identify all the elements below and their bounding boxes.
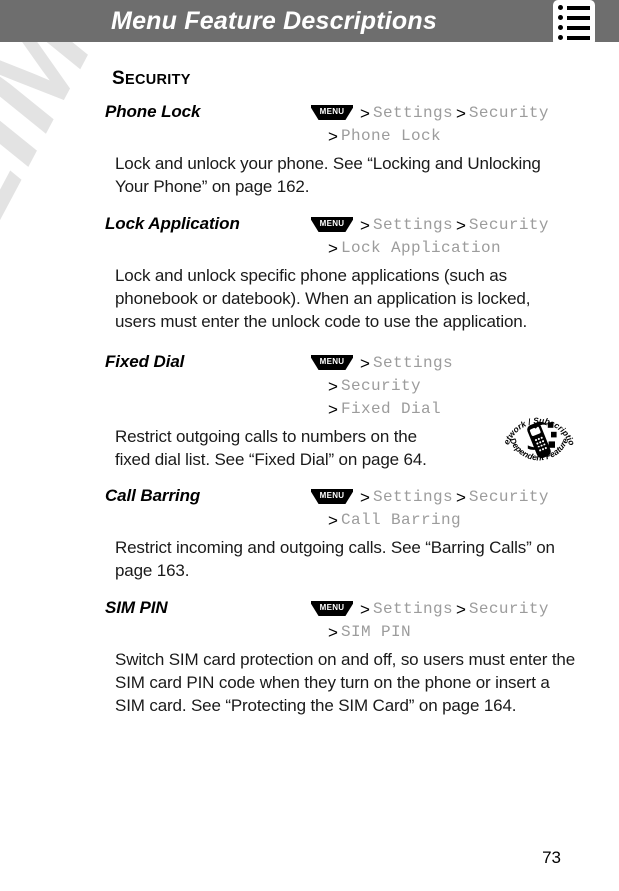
path-separator: > — [328, 127, 338, 146]
path-separator: > — [360, 216, 370, 235]
feature-description: Lock and unlock your phone. See “Locking… — [115, 154, 541, 196]
feature-term: Call Barring — [105, 486, 201, 505]
menu-path-line: > Security — [311, 375, 561, 398]
path-segment: Security — [468, 488, 549, 506]
path-separator: > — [360, 354, 370, 373]
list-icon-row — [558, 5, 590, 10]
page-header-bar: Menu Feature Descriptions — [0, 0, 619, 42]
list-icon-line — [567, 26, 590, 30]
network-subscription-dependent-feature-icon: Network / Subscription Dependent Feature — [496, 391, 579, 479]
path-separator: > — [360, 104, 370, 123]
path-segment: Phone Lock — [340, 127, 441, 145]
menu-path-line: MENU > Settings — [311, 352, 561, 375]
menu-path-line: > SIM PIN — [311, 621, 561, 644]
list-icon-row — [558, 25, 590, 30]
path-separator: > — [455, 216, 466, 235]
page-number: 73 — [542, 848, 561, 867]
path-segment: Security — [468, 600, 549, 618]
network-badge-svg: Network / Subscription Dependent Feature — [496, 391, 577, 462]
menu-badge-label: MENU — [319, 219, 345, 228]
path-segment: Settings — [372, 600, 453, 618]
section-heading-initial: S — [112, 68, 125, 89]
feature-term: SIM PIN — [105, 598, 168, 617]
menu-badge-label: MENU — [319, 603, 345, 612]
menu-path: MENU > Settings > Security > SIM PIN — [311, 598, 561, 644]
path-separator: > — [360, 488, 370, 507]
path-segment: Fixed Dial — [340, 400, 441, 418]
list-icon-row — [558, 15, 590, 20]
path-segment: Lock Application — [340, 239, 501, 257]
path-segment: Security — [468, 216, 549, 234]
path-segment: Settings — [372, 216, 453, 234]
menu-badge-label: MENU — [319, 107, 345, 116]
path-separator: > — [360, 600, 370, 619]
path-separator: > — [328, 377, 338, 396]
menu-path: MENU > Settings > Security > Phone Lock — [311, 102, 561, 148]
list-icon-bullet — [558, 25, 563, 30]
menu-path-line: MENU > Settings > Security — [311, 214, 561, 237]
menu-key-badge[interactable]: MENU — [311, 601, 353, 616]
path-segment: Settings — [372, 488, 453, 506]
menu-path-line: MENU > Settings > Security — [311, 598, 561, 621]
section-heading-security: SECURITY — [112, 68, 191, 90]
menu-path-line: MENU > Settings > Security — [311, 102, 561, 125]
menu-key-badge[interactable]: MENU — [311, 489, 353, 504]
feature-description: Restrict incoming and outgoing calls. Se… — [115, 538, 555, 580]
menu-path-line: > Call Barring — [311, 509, 561, 532]
path-segment: Security — [340, 377, 421, 395]
path-segment: Settings — [372, 104, 453, 122]
menu-key-badge[interactable]: MENU — [311, 355, 353, 370]
menu-path: MENU > Settings > Security > Call Barring — [311, 486, 561, 532]
list-icon — [553, 0, 595, 48]
path-separator: > — [455, 600, 466, 619]
feature-term: Phone Lock — [105, 102, 201, 121]
list-icon-bullet — [558, 5, 563, 10]
section-heading-rest: ECURITY — [124, 72, 191, 88]
feature-term: Lock Application — [105, 214, 240, 233]
path-segment: Settings — [372, 354, 453, 372]
list-icon-bullet — [558, 35, 563, 40]
menu-key-badge[interactable]: MENU — [311, 105, 353, 120]
path-separator: > — [328, 511, 338, 530]
page-body: SECURITY Phone Lock MENU > Settings > Securi… — [0, 42, 619, 891]
menu-badge-label: MENU — [319, 357, 345, 366]
feature-description: Restrict outgoing calls to numbers on th… — [115, 427, 427, 469]
path-separator: > — [455, 104, 466, 123]
list-icon-row — [558, 35, 590, 40]
menu-path-line: > Lock Application — [311, 237, 561, 260]
path-separator: > — [455, 488, 466, 507]
menu-key-badge[interactable]: MENU — [311, 217, 353, 232]
feature-description: Switch SIM card protection on and off, s… — [115, 650, 576, 715]
path-segment: SIM PIN — [340, 623, 411, 641]
list-icon-line — [567, 6, 590, 10]
feature-description: Lock and unlock specific phone applicati… — [115, 266, 531, 331]
path-separator: > — [328, 623, 338, 642]
list-icon-line — [567, 36, 590, 40]
path-separator: > — [328, 400, 338, 419]
menu-path-line: MENU > Settings > Security — [311, 486, 561, 509]
list-icon-line — [567, 16, 590, 20]
menu-path-line: > Phone Lock — [311, 125, 561, 148]
path-segment: Security — [468, 104, 549, 122]
path-segment: Call Barring — [340, 511, 461, 529]
feature-term: Fixed Dial — [105, 352, 185, 371]
list-icon-bullet — [558, 15, 563, 20]
page-title: Menu Feature Descriptions — [111, 7, 437, 35]
path-separator: > — [328, 239, 338, 258]
menu-badge-label: MENU — [319, 491, 345, 500]
menu-path: MENU > Settings > Security > Lock Application — [311, 214, 561, 260]
